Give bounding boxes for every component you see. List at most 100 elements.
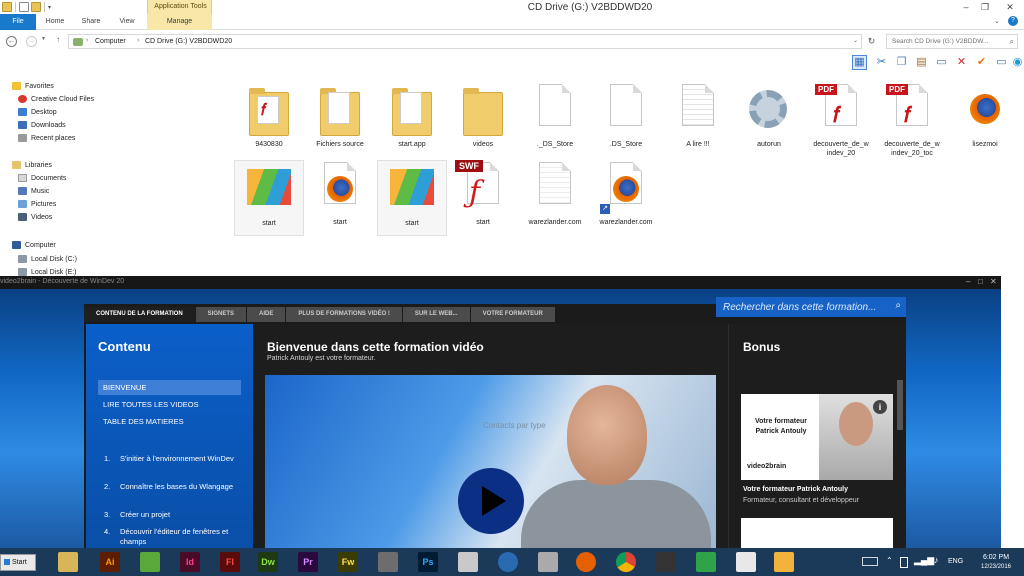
- flash-icon[interactable]: Fl: [220, 552, 240, 572]
- volume-icon[interactable]: ♪: [934, 555, 939, 565]
- illustrator-icon[interactable]: Ai: [100, 552, 120, 572]
- help-icon[interactable]: ?: [1008, 16, 1018, 26]
- customize-toolbar-icon[interactable]: ▾: [48, 4, 51, 11]
- tab-aide[interactable]: AIDE: [247, 307, 286, 322]
- menu-bienvenue[interactable]: BIENVENUE: [98, 380, 241, 395]
- properties-icon[interactable]: ▭: [934, 55, 949, 70]
- nav-item-downloads[interactable]: Downloads: [18, 121, 66, 129]
- restore-icon[interactable]: ❐: [979, 2, 991, 12]
- file-item[interactable]: PDF 𝑓 decouverte_de_w indev_20: [806, 82, 876, 158]
- app-icon[interactable]: [140, 552, 160, 572]
- tab-home[interactable]: Home: [38, 14, 72, 30]
- battery-icon[interactable]: [900, 557, 908, 568]
- maximize-icon[interactable]: □: [978, 277, 983, 286]
- file-item[interactable]: Fichiers source: [305, 82, 375, 149]
- up-button[interactable]: ↑: [56, 35, 60, 44]
- nav-favorites[interactable]: Favorites: [12, 82, 54, 90]
- search-icon[interactable]: ⌕: [895, 300, 901, 311]
- chapter-item[interactable]: 1. S'initier à l'environnement WinDev: [104, 454, 244, 464]
- nav-item-music[interactable]: Music: [18, 187, 49, 195]
- video-icon[interactable]: [656, 552, 676, 572]
- search-icon[interactable]: ⌕: [1010, 37, 1014, 47]
- nav-computer[interactable]: Computer: [12, 241, 56, 249]
- nav-item-local-disk-e[interactable]: Local Disk (E:): [18, 268, 77, 276]
- nav-item-local-disk-c[interactable]: Local Disk (C:): [18, 255, 77, 263]
- formation-search-input[interactable]: Rechercher dans cette formation... ⌕: [716, 297, 906, 317]
- delete-icon[interactable]: ✕: [954, 55, 969, 70]
- chapter-item[interactable]: 4. Découvrir l'éditeur de fenêtres et cha…: [104, 527, 244, 547]
- show-hidden-icons[interactable]: ⌃: [886, 556, 893, 565]
- globe-icon[interactable]: ◉: [1010, 55, 1024, 70]
- recent-locations-button[interactable]: ▾: [42, 35, 45, 42]
- paste-icon[interactable]: ▤: [914, 55, 929, 70]
- close-icon[interactable]: ✕: [1004, 2, 1016, 12]
- tab-votre-formateur[interactable]: VOTRE FORMATEUR: [470, 307, 555, 322]
- breadcrumb-computer[interactable]: Computer: [95, 38, 126, 45]
- tab-manage[interactable]: Manage: [147, 14, 212, 30]
- tab-share[interactable]: Share: [74, 14, 108, 30]
- breadcrumb-cd-drive[interactable]: CD Drive (G:) V2BDDWD20: [145, 38, 232, 45]
- breadcrumb-separator[interactable]: ›: [86, 37, 88, 44]
- file-item[interactable]: start: [377, 160, 447, 236]
- tab-file[interactable]: File: [0, 14, 36, 30]
- network-icon[interactable]: [498, 552, 518, 572]
- tab-view[interactable]: View: [110, 14, 144, 30]
- rename-icon[interactable]: ▭: [994, 55, 1009, 70]
- select-check-icon[interactable]: ✔: [974, 55, 989, 70]
- nav-item-pictures[interactable]: Pictures: [18, 200, 56, 208]
- clock-date[interactable]: 12/23/2016: [976, 564, 1016, 570]
- close-icon[interactable]: ✕: [990, 277, 997, 286]
- photoshop-icon[interactable]: Ps: [418, 552, 438, 572]
- input-language[interactable]: ENG: [948, 558, 963, 565]
- keyboard-icon[interactable]: [862, 557, 878, 566]
- file-item[interactable]: ↗ warezlander.com: [591, 160, 661, 227]
- dreamweaver-icon[interactable]: Dw: [258, 552, 278, 572]
- tab-plus-de-formations[interactable]: PLUS DE FORMATIONS VIDÉO !: [286, 307, 402, 322]
- info-icon[interactable]: i: [873, 400, 887, 414]
- chrome-icon[interactable]: [616, 552, 636, 572]
- play-button[interactable]: [458, 468, 524, 534]
- new-folder-icon[interactable]: [31, 2, 41, 12]
- file-item[interactable]: PDF 𝑓 decouverte_de_w indev_20_toc: [877, 82, 947, 158]
- cut-icon[interactable]: ✂: [874, 55, 889, 70]
- file-item[interactable]: warezlander.com: [520, 160, 590, 227]
- nav-item-desktop[interactable]: Desktop: [18, 108, 57, 116]
- back-button[interactable]: ←: [6, 36, 17, 47]
- fireworks-icon[interactable]: Fw: [338, 552, 358, 572]
- menu-lire-toutes-les-videos[interactable]: LIRE TOUTES LES VIDEOS: [98, 397, 241, 412]
- nav-item-recent-places[interactable]: Recent places: [18, 134, 75, 142]
- file-item[interactable]: autorun: [734, 82, 804, 149]
- properties-icon[interactable]: [19, 2, 29, 12]
- file-item[interactable]: start: [305, 160, 375, 227]
- start-button[interactable]: Start: [0, 554, 36, 571]
- video2brain-icon[interactable]: [774, 552, 794, 572]
- printer-icon[interactable]: [378, 552, 398, 572]
- search-input[interactable]: Search CD Drive (G:) V2BDDW... ⌕: [886, 34, 1018, 49]
- app-icon[interactable]: [696, 552, 716, 572]
- file-item[interactable]: start.app: [377, 82, 447, 149]
- bonus-card[interactable]: [741, 518, 893, 548]
- firefox-icon[interactable]: [576, 552, 596, 572]
- minimize-icon[interactable]: –: [966, 277, 970, 286]
- tool-icon[interactable]: [538, 552, 558, 572]
- video-preview[interactable]: Contacts par type: [265, 375, 716, 548]
- file-item[interactable]: start: [234, 160, 304, 236]
- view-mode-icon[interactable]: ▦: [852, 55, 867, 70]
- indesign-icon[interactable]: Id: [180, 552, 200, 572]
- clock-time[interactable]: 6:02 PM: [976, 554, 1016, 561]
- file-item[interactable]: A lire !!!: [663, 82, 733, 149]
- file-explorer-icon[interactable]: [58, 552, 78, 572]
- forward-button[interactable]: →: [26, 36, 37, 47]
- network-icon[interactable]: ▂▄▆: [914, 555, 934, 566]
- settings-icon[interactable]: [458, 552, 478, 572]
- file-item[interactable]: .DS_Store: [591, 82, 661, 149]
- tab-sur-le-web[interactable]: SUR LE WEB...: [402, 307, 470, 322]
- file-item[interactable]: ._DS_Store: [520, 82, 590, 149]
- chapter-item[interactable]: 2. Connaître les bases du Wlangage: [104, 482, 244, 492]
- tab-contenu[interactable]: CONTENU DE LA FORMATION: [84, 307, 195, 322]
- expand-ribbon-icon[interactable]: ⌄: [994, 17, 1000, 25]
- tab-signets[interactable]: SIGNETS: [195, 307, 247, 322]
- file-item[interactable]: lisezmoi: [950, 82, 1020, 149]
- bonus-card[interactable]: Votre formateur Patrick Antouly video2br…: [741, 394, 893, 480]
- nav-libraries[interactable]: Libraries: [12, 161, 52, 169]
